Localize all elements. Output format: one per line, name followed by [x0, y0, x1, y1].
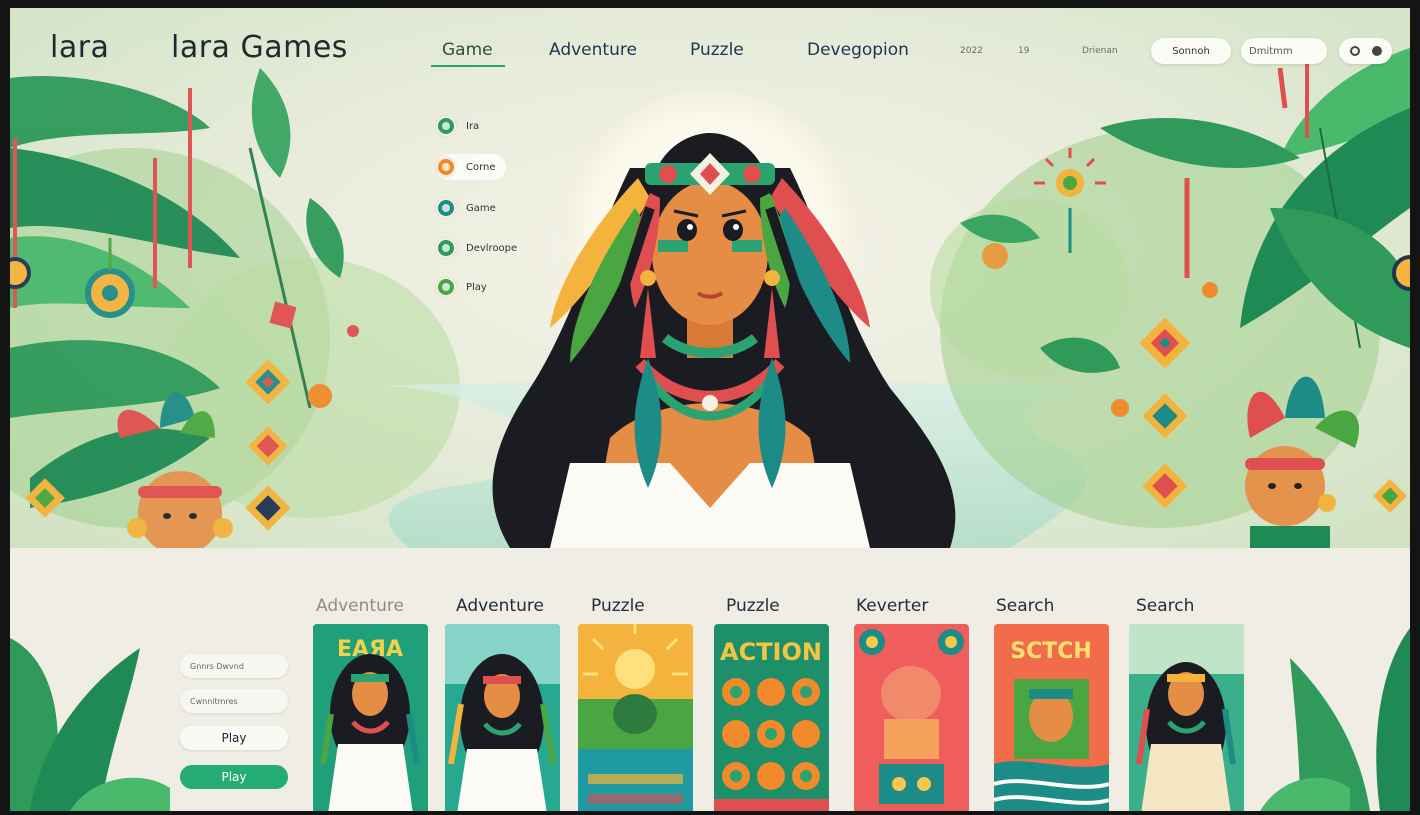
nav-puzzle[interactable]: Puzzle	[690, 40, 744, 60]
heroine-character	[492, 133, 956, 548]
game-card-art	[854, 624, 969, 811]
menu-item-ira[interactable]: Ira	[436, 113, 479, 139]
menu-dot-icon	[436, 198, 456, 218]
logo-full[interactable]: lara Games	[171, 30, 348, 65]
category-label[interactable]: Puzzle	[726, 596, 780, 616]
header-meta-a: 2022	[960, 46, 983, 56]
game-card[interactable]	[578, 624, 693, 811]
menu-item-label: Corne	[466, 161, 496, 173]
menu-dot-icon	[436, 157, 456, 177]
game-card[interactable]: ACTION	[714, 624, 829, 811]
nav-active-underline	[431, 65, 505, 67]
search-input[interactable]	[1249, 45, 1321, 57]
card-title: ACTION	[720, 638, 822, 666]
game-card[interactable]: SCTCH	[994, 624, 1109, 811]
search-button[interactable]: Sonnoh	[1151, 38, 1231, 64]
search-field[interactable]	[1241, 38, 1327, 64]
hero-illustration	[10, 48, 1410, 548]
game-card-art	[1129, 624, 1244, 811]
play-button-primary[interactable]: Play	[180, 765, 288, 789]
category-label[interactable]: Search	[996, 596, 1054, 616]
header-link[interactable]: Drienan	[1082, 46, 1118, 56]
game-card-art: ACTION	[714, 624, 829, 811]
header-meta-b: 19	[1018, 46, 1030, 56]
card-title: SCTCH	[1010, 639, 1092, 664]
menu-dot-icon	[436, 238, 456, 258]
menu-item-game[interactable]: Game	[436, 195, 496, 221]
game-card[interactable]: ЕАЯА	[313, 624, 428, 811]
game-card[interactable]	[1129, 624, 1244, 811]
menu-item-label: Play	[466, 281, 487, 293]
menu-item-devlroope[interactable]: Devlroope	[436, 235, 517, 261]
game-card[interactable]	[854, 624, 969, 811]
menu-dot-icon	[436, 277, 456, 297]
menu-dot-icon	[436, 116, 456, 136]
panel-field-2[interactable]: Cwnnitmres	[180, 689, 288, 713]
profile-icon[interactable]	[1371, 46, 1382, 56]
nav-adventure[interactable]: Adventure	[549, 40, 637, 60]
game-card-art	[578, 624, 693, 811]
game-card-art: ЕАЯА	[313, 624, 428, 811]
game-card[interactable]	[445, 624, 560, 811]
game-catalog-section: Adventure Adventure Puzzle Puzzle Kevert…	[10, 548, 1410, 811]
settings-icon[interactable]	[1349, 46, 1360, 56]
category-label[interactable]: Adventure	[316, 596, 404, 616]
category-label[interactable]: Adventure	[456, 596, 544, 616]
menu-item-label: Devlroope	[466, 242, 518, 254]
logo-short[interactable]: lara	[50, 30, 109, 65]
game-card-art	[445, 624, 560, 811]
category-label[interactable]: Puzzle	[591, 596, 645, 616]
jungle-left	[10, 68, 460, 548]
menu-item-play[interactable]: Play	[436, 274, 487, 300]
play-button-secondary[interactable]: Play	[180, 726, 288, 750]
app-window: lara lara Games Game Adventure Puzzle De…	[10, 8, 1410, 811]
panel-field-1[interactable]: Gnnrs Dwvnd	[180, 654, 288, 678]
menu-item-corne[interactable]: Corne	[436, 154, 506, 180]
nav-game[interactable]: Game	[442, 40, 493, 60]
nav-devegopion[interactable]: Devegopion	[807, 40, 909, 60]
menu-item-label: Ira	[466, 120, 480, 132]
menu-item-label: Game	[466, 202, 496, 214]
category-label[interactable]: Keverter	[856, 596, 928, 616]
hero-banner: lara lara Games Game Adventure Puzzle De…	[10, 8, 1410, 548]
top-navigation: lara lara Games Game Adventure Puzzle De…	[10, 8, 1410, 88]
game-card-art: SCTCH	[994, 624, 1109, 811]
category-label[interactable]: Search	[1136, 596, 1194, 616]
icon-group	[1339, 38, 1392, 64]
